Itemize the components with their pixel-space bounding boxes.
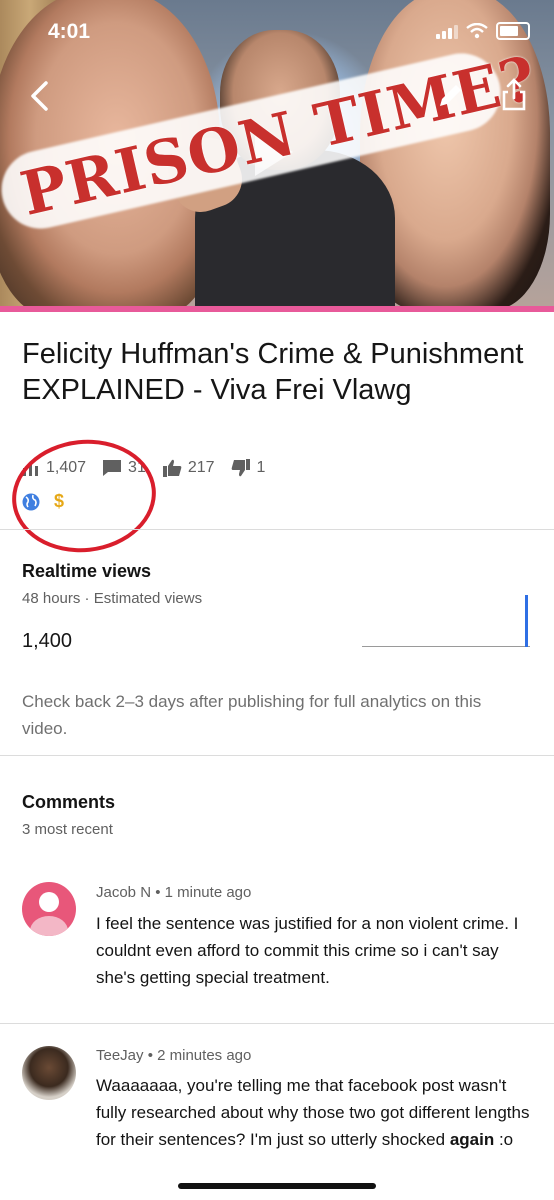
comment-time: 2 minutes ago xyxy=(157,1047,252,1064)
annotation-circle xyxy=(6,432,162,560)
video-title: Felicity Huffman's Crime & Punishment EX… xyxy=(22,338,524,406)
comment-author: TeeJay xyxy=(96,1047,144,1064)
thumbs-down-icon xyxy=(231,459,250,477)
share-icon[interactable] xyxy=(500,78,528,112)
comments-subtitle: 3 most recent xyxy=(22,821,113,838)
comment-author: Jacob N xyxy=(96,884,152,901)
comments-title: Comments xyxy=(22,792,116,812)
battery-icon xyxy=(496,22,530,40)
divider xyxy=(0,1023,554,1024)
realtime-value: 1,400 xyxy=(22,630,73,652)
comment-meta: TeeJay • 2 minutes ago xyxy=(96,1047,252,1064)
video-thumbnail[interactable]: PRISON TIME? 4:01 xyxy=(0,0,554,312)
edit-icon[interactable] xyxy=(436,80,466,110)
back-icon[interactable] xyxy=(28,80,50,112)
divider xyxy=(0,755,554,756)
likes-stat: 217 xyxy=(162,459,215,477)
thumbnail-stripe xyxy=(0,306,554,312)
status-icons xyxy=(436,22,530,40)
realtime-title: Realtime views xyxy=(22,561,152,581)
comment-text-tail: :o xyxy=(494,1130,514,1149)
sparkline-bar xyxy=(525,595,528,647)
thumbs-up-icon xyxy=(162,459,182,477)
avatar xyxy=(22,882,76,936)
sparkline-baseline xyxy=(362,646,530,647)
divider xyxy=(0,529,554,530)
comment-time: 1 minute ago xyxy=(164,884,252,901)
likes-count: 217 xyxy=(187,459,215,476)
comment-text: I feel the sentence was justified for a … xyxy=(96,914,519,987)
realtime-subtitle: 48 hours · Estimated views xyxy=(22,590,203,607)
dislikes-count: 1 xyxy=(256,459,266,476)
status-time: 4:01 xyxy=(48,20,91,43)
home-indicator[interactable] xyxy=(178,1183,376,1189)
comment-meta: Jacob N • 1 minute ago xyxy=(96,884,252,901)
comment-text-bold: again xyxy=(449,1130,495,1149)
dislikes-stat: 1 xyxy=(231,459,266,477)
comment-text: Waaaaaaa, you're telling me that faceboo… xyxy=(96,1072,536,1153)
avatar xyxy=(22,1046,76,1100)
analytics-note: Check back 2–3 days after publishing for… xyxy=(22,692,482,738)
wifi-icon xyxy=(466,23,488,39)
signal-icon xyxy=(436,23,458,39)
